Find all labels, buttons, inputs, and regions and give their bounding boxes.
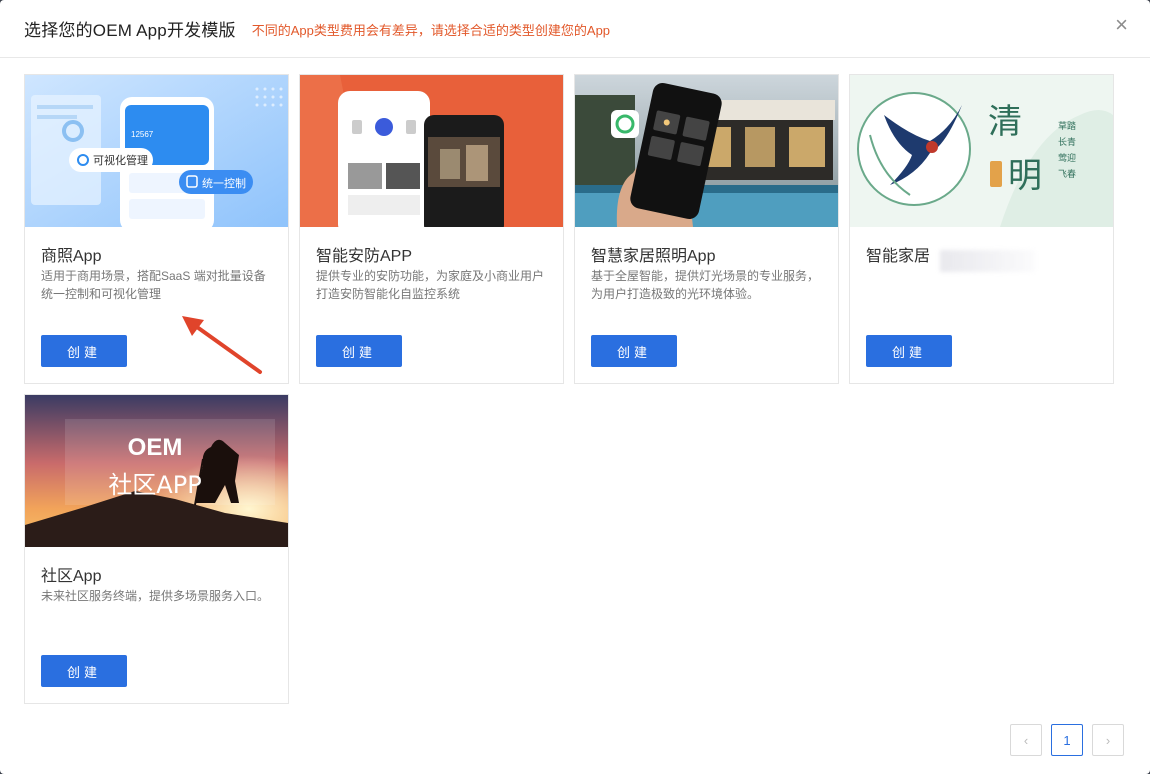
- community-line-2: 社区APP: [108, 471, 201, 499]
- card-title: 社区App: [41, 568, 102, 585]
- card-description: 适用于商用场景，搭配SaaS 端对批量设备统一控制和可视化管理: [41, 269, 266, 301]
- home-lighting-illustration: [575, 75, 838, 227]
- create-button[interactable]: 创建: [591, 335, 677, 367]
- security-app-illustration: [300, 75, 563, 227]
- community-app-illustration: OEM 社区APP: [25, 395, 288, 547]
- pagination: ‹ 1 ›: [1010, 724, 1124, 756]
- thumb-tag-unified-control: 统一控制: [202, 176, 246, 190]
- template-card-community: OEM 社区APP 社区App 未来社区服务终端，提供多场景服务入口。 创建: [24, 394, 289, 704]
- create-button[interactable]: 创建: [866, 335, 952, 367]
- card-description: 未来社区服务终端，提供多场景服务入口。: [41, 589, 270, 603]
- thumb-stat-text: 12567: [131, 130, 154, 139]
- annotation-arrow-icon: [182, 316, 262, 374]
- next-page-button[interactable]: ›: [1092, 724, 1124, 756]
- template-card-home-lighting: 智慧家居照明App 基于全屋智能，提供灯光场景的专业服务，为用户打造极致的光环境…: [574, 74, 839, 384]
- modal-subtitle-notice: 不同的App类型费用会有差异，请选择合适的类型创建您的App: [251, 23, 611, 38]
- poem-col-2: 长青: [1058, 136, 1076, 148]
- template-card-security: 智能安防APP 提供专业的安防功能，为家庭及小商业用户打造安防智能化自监控系统 …: [299, 74, 564, 384]
- template-modal: 选择您的OEM App开发模版 不同的App类型费用会有差异，请选择合适的类型创…: [0, 0, 1150, 774]
- close-icon[interactable]: ×: [1115, 14, 1128, 36]
- card-title: 智能家居: [866, 248, 931, 265]
- poem-col-1: 草踏: [1058, 120, 1076, 132]
- qingming-illustration: 清 明 草踏 长青 莺迎 飞春: [850, 75, 1113, 227]
- card-thumbnail: 清 明 草踏 长青 莺迎 飞春: [850, 75, 1113, 227]
- qingming-char-1: 清: [988, 102, 1022, 142]
- card-thumbnail: 12567 可视化管理 统一控制: [25, 75, 288, 227]
- qingming-char-2: 明: [1008, 156, 1042, 196]
- card-description: 基于全屋智能，提供灯光场景的专业服务，为用户打造极致的光环境体验。: [591, 269, 820, 301]
- template-card-smart-home: 清 明 草踏 长青 莺迎 飞春 智能家居 创建: [849, 74, 1114, 384]
- card-thumbnail: OEM 社区APP: [25, 395, 288, 547]
- create-button[interactable]: 创建: [316, 335, 402, 367]
- create-button[interactable]: 创建: [41, 655, 127, 687]
- modal-title: 选择您的OEM App开发模版: [24, 21, 236, 40]
- thumb-tag-visual-management: 可视化管理: [93, 153, 148, 167]
- page-1-button[interactable]: 1: [1051, 724, 1083, 756]
- blurred-text: [940, 250, 1035, 272]
- card-thumbnail: [575, 75, 838, 227]
- modal-header: 选择您的OEM App开发模版 不同的App类型费用会有差异，请选择合适的类型创…: [0, 0, 1150, 58]
- card-description: 提供专业的安防功能，为家庭及小商业用户打造安防智能化自监控系统: [316, 269, 545, 301]
- card-title: 智能安防APP: [316, 248, 413, 265]
- poem-col-4: 飞春: [1058, 168, 1076, 180]
- poem-col-3: 莺迎: [1058, 152, 1076, 164]
- card-title: 商照App: [41, 248, 102, 265]
- commercial-lighting-illustration: 12567 可视化管理 统一控制: [25, 75, 288, 227]
- community-line-1: OEM: [128, 434, 183, 461]
- card-thumbnail: [300, 75, 563, 227]
- prev-page-button[interactable]: ‹: [1010, 724, 1042, 756]
- card-title: 智慧家居照明App: [591, 248, 716, 265]
- create-button[interactable]: 创建: [41, 335, 127, 367]
